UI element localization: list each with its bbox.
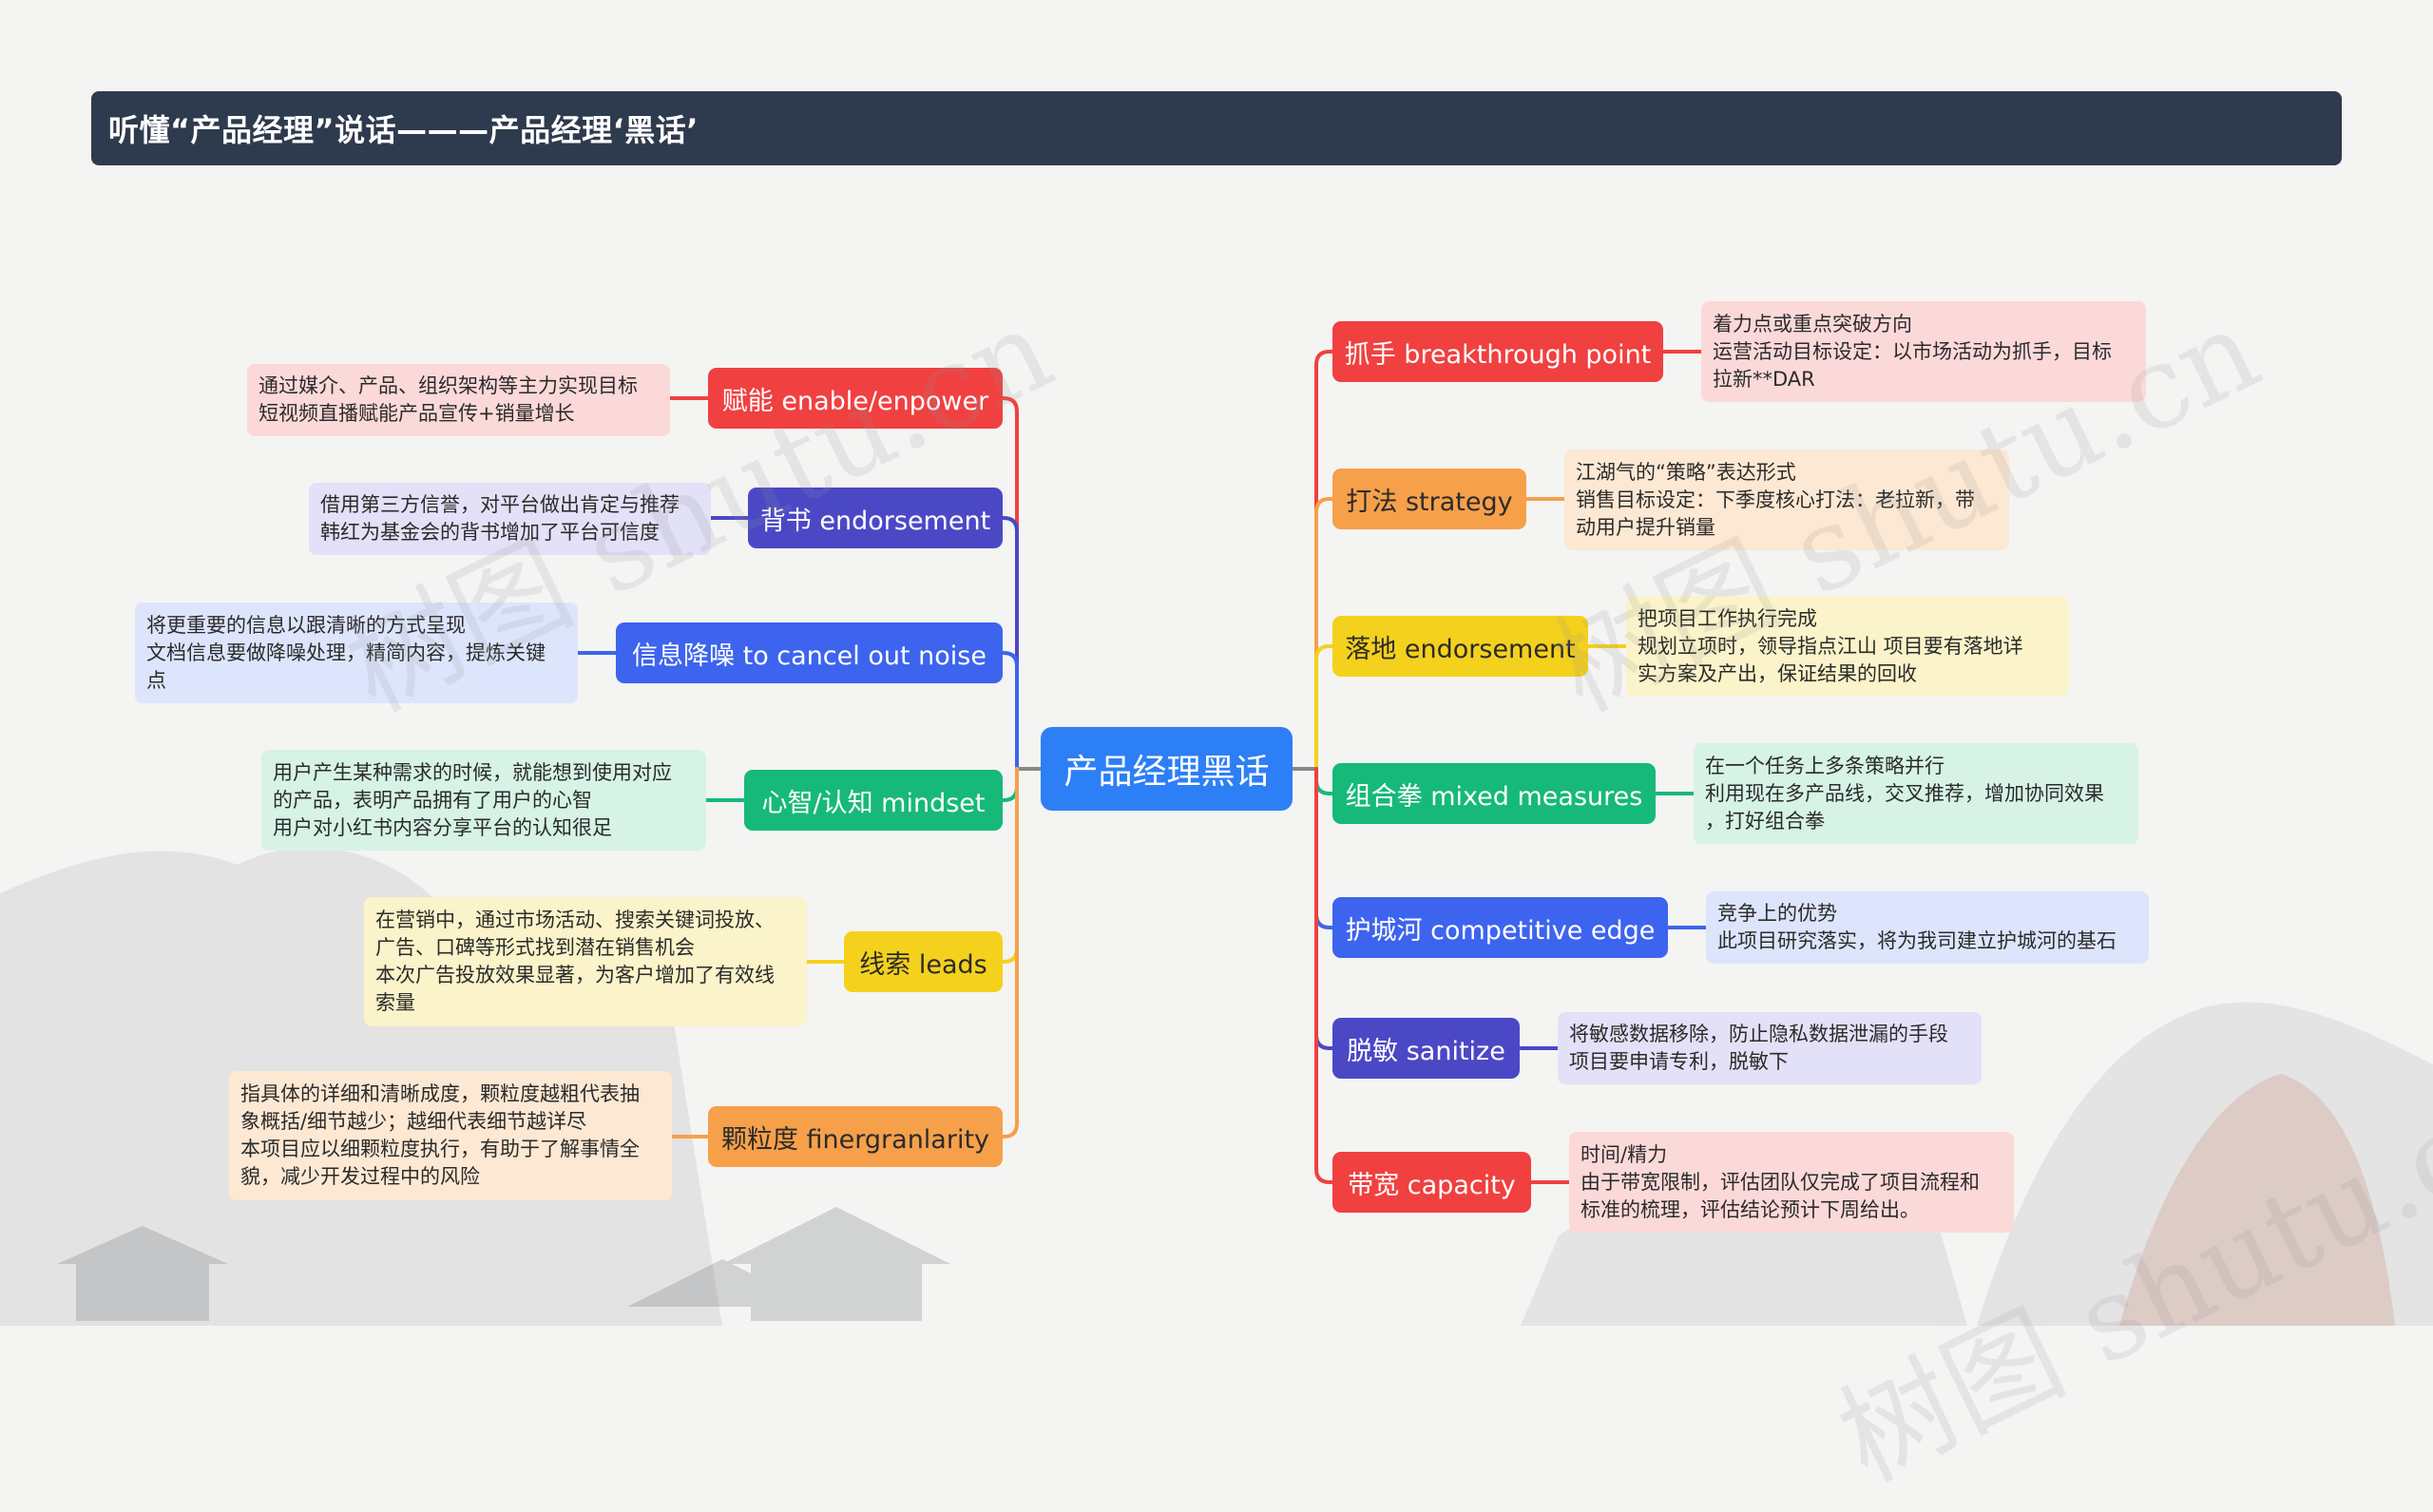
note-breakthrough: 着力点或重点突破方向 运营活动目标设定：以市场活动为抓手，目标 拉新**DAR (1701, 301, 2146, 402)
note-line: 将更重要的信息以跟清晰的方式呈现 (146, 613, 466, 637)
central-topic-node[interactable]: 产品经理黑话 (1041, 727, 1293, 811)
connector-mindset (1001, 767, 1019, 802)
note-line: 着力点或重点突破方向 (1713, 312, 1912, 335)
note-line: 用户对小红书内容分享平台的认知很足 (273, 815, 612, 839)
page-title: 听懂“产品经理”说话———产品经理‘黑话’ (108, 112, 699, 148)
note-line: 指具体的详细和清晰成度，颗粒度越粗代表抽 (240, 1082, 640, 1105)
note-line: 规划立项时，领导指点江山 项目要有落地详 (1638, 634, 2023, 658)
note-line: 在营销中，通过市场活动、搜索关键词投放、 (375, 909, 775, 931)
topic-node-sanitize[interactable]: 脱敏 sanitize (1332, 1018, 1520, 1079)
note-line: 此项目研究落实，将为我司建立护城河的基石 (1717, 929, 2117, 952)
note-line: 本次广告投放效果显著，为客户增加了有效线 (375, 964, 775, 986)
note-line: 将敏感数据移除，防止隐私数据泄漏的手段 (1569, 1023, 1948, 1045)
note-leads: 在营销中，通过市场活动、搜索关键词投放、 广告、口碑等形式找到潜在销售机会 本次… (364, 897, 807, 1026)
note-mindset: 用户产生某种需求的时候，就能想到使用对应 的产品，表明产品拥有了用户的心智 用户… (261, 750, 706, 851)
note-line: ，打好组合拳 (1705, 809, 1825, 833)
topic-node-mixed-measures[interactable]: 组合拳 mixed measures (1332, 763, 1656, 824)
topic-node-mindset[interactable]: 心智/认知 mindset (744, 770, 1003, 831)
note-granularity: 指具体的详细和清晰成度，颗粒度越粗代表抽 象概括/细节越少；越细代表细节越详尽 … (229, 1071, 672, 1200)
note-competitive-edge: 竞争上的优势 此项目研究落实，将为我司建立护城河的基石 (1706, 891, 2149, 964)
topic-node-competitive-edge[interactable]: 护城河 competitive edge (1332, 897, 1668, 958)
note-landing: 把项目工作执行完成 规划立项时，领导指点江山 项目要有落地详 实方案及产出，保证… (1626, 596, 2069, 697)
note-line: 利用现在多产品线，交叉推荐，增加协同效果 (1705, 781, 2104, 805)
topic-node-breakthrough[interactable]: 抓手 breakthrough point (1332, 321, 1663, 382)
connector-capacity (1314, 767, 1334, 1184)
connector-landing (1314, 644, 1334, 771)
note-line: 文档信息要做降噪处理，精简内容，提炼关键 (146, 641, 546, 664)
note-line: 把项目工作执行完成 (1638, 606, 1817, 630)
note-line: 由于带宽限制，评估团队仅完成了项目流程和 (1580, 1170, 1980, 1194)
connector-combo (1314, 767, 1334, 795)
note-capacity: 时间/精力 由于带宽限制，评估团队仅完成了项目流程和 标准的梳理，评估结论预计下… (1569, 1132, 2014, 1233)
note-line: 运营活动目标设定：以市场活动为抓手，目标 (1713, 339, 2112, 363)
note-sanitize: 将敏感数据移除，防止隐私数据泄漏的手段 项目要申请专利，脱敏下 (1558, 1012, 1982, 1084)
note-line: 广告、口碑等形式找到潜在销售机会 (375, 936, 695, 959)
connector-endorse (1001, 516, 1019, 771)
note-empower: 通过媒介、产品、组织架构等主力实现目标 短视频直播赋能产品宣传+销量增长 (247, 364, 670, 436)
note-line: 貌，减少开发过程中的风险 (240, 1165, 480, 1188)
topic-node-granularity[interactable]: 颗粒度 finergranlarity (708, 1106, 1003, 1167)
note-line: 借用第三方信誉，对平台做出肯定与推荐 (320, 493, 680, 516)
note-line: 江湖气的“策略”表达形式 (1576, 460, 1796, 484)
note-noise-reduction: 将更重要的信息以跟清晰的方式呈现 文档信息要做降噪处理，精简内容，提炼关键 点 (135, 603, 578, 703)
note-line: 在一个任务上多条策略并行 (1705, 754, 1944, 777)
connector-noise (1001, 651, 1019, 771)
topic-node-empower[interactable]: 赋能 enable/enpower (708, 368, 1003, 429)
connector-breakthrough (1314, 350, 1334, 771)
connector-sanitize (1314, 767, 1334, 1050)
note-line: 拉新**DAR (1713, 367, 1815, 391)
topic-node-leads[interactable]: 线索 leads (844, 931, 1003, 992)
note-line: 销售目标设定：下季度核心打法：老拉新，带 (1576, 488, 1975, 511)
note-line: 通过媒介、产品、组织架构等主力实现目标 (259, 374, 638, 397)
note-endorsement: 借用第三方信誉，对平台做出肯定与推荐 韩红为基金会的背书增加了平台可信度 (309, 483, 711, 555)
topic-node-endorsement[interactable]: 背书 endorsement (748, 488, 1003, 548)
connector-strategy (1314, 497, 1334, 771)
topic-node-capacity[interactable]: 带宽 capacity (1332, 1152, 1531, 1213)
note-line: 索量 (375, 991, 415, 1014)
note-line: 动用户提升销量 (1576, 515, 1715, 539)
note-line: 点 (146, 668, 166, 692)
note-strategy: 江湖气的“策略”表达形式 销售目标设定：下季度核心打法：老拉新，带 动用户提升销… (1564, 450, 2009, 550)
note-line: 用户产生某种需求的时候，就能想到使用对应 (273, 760, 672, 784)
title-bar: 听懂“产品经理”说话———产品经理‘黑话’ (91, 91, 2342, 165)
note-line: 竞争上的优势 (1717, 902, 1837, 925)
note-line: 短视频直播赋能产品宣传+销量增长 (259, 402, 575, 425)
note-line: 象概括/细节越少；越细代表细节越详尽 (240, 1110, 587, 1133)
topic-node-strategy[interactable]: 打法 strategy (1332, 469, 1526, 529)
connector-empower (1001, 396, 1019, 771)
topic-node-noise-reduction[interactable]: 信息降噪 to cancel out noise (616, 622, 1003, 683)
topic-node-landing[interactable]: 落地 endorsement (1332, 616, 1588, 677)
note-mixed-measures: 在一个任务上多条策略并行 利用现在多产品线，交叉推荐，增加协同效果 ，打好组合拳 (1694, 743, 2138, 844)
note-line: 标准的梳理，评估结论预计下周给出。 (1580, 1197, 1920, 1221)
note-line: 韩红为基金会的背书增加了平台可信度 (320, 521, 660, 544)
note-line: 本项目应以细颗粒度执行，有助于了解事情全 (240, 1138, 640, 1160)
note-line: 的产品，表明产品拥有了用户的心智 (273, 788, 592, 812)
note-line: 时间/精力 (1580, 1142, 1668, 1166)
note-line: 项目要申请专利，脱敏下 (1569, 1050, 1789, 1073)
note-line: 实方案及产出，保证结果的回收 (1638, 661, 1917, 685)
